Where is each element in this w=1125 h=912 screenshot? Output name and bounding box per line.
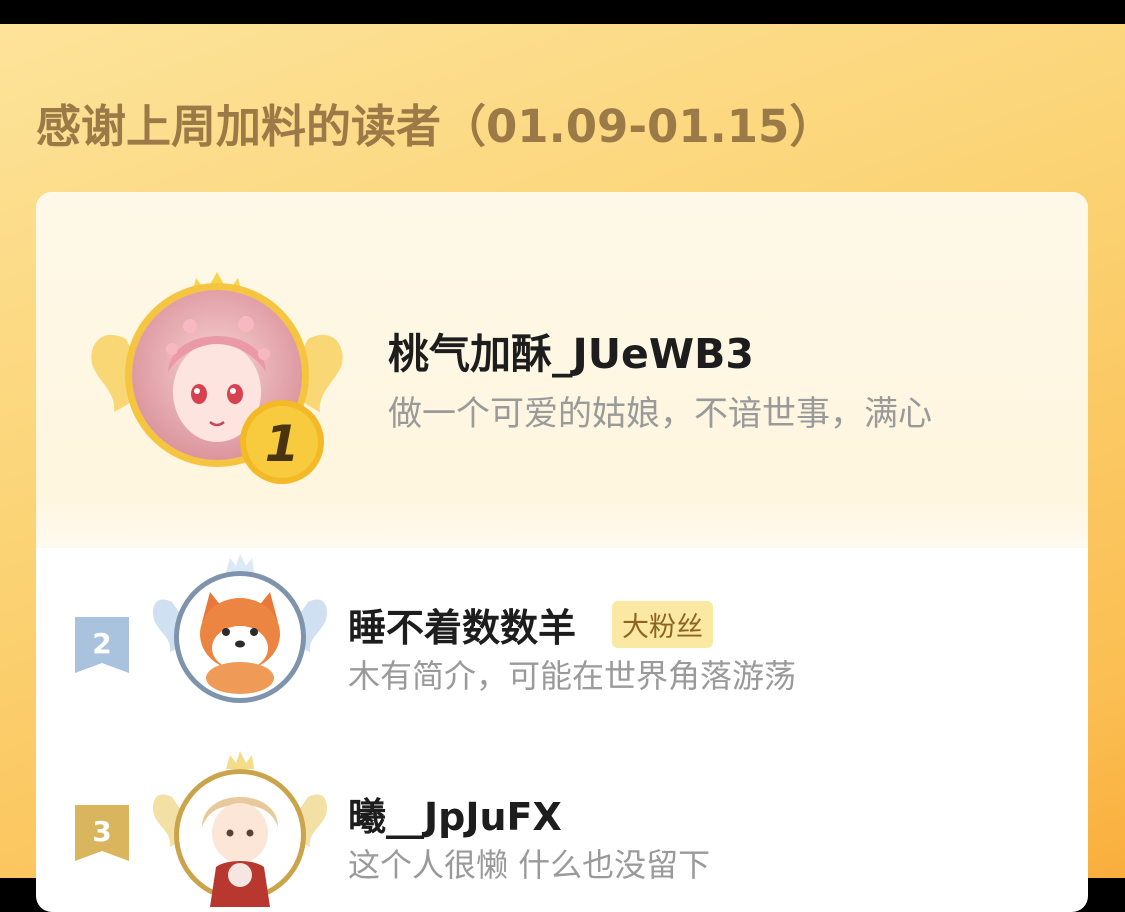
page-title: 感谢上周加料的读者（01.09-01.15）: [36, 100, 835, 153]
rank-2-number: 2: [92, 627, 111, 660]
rank-2-name[interactable]: 睡不着数数羊: [348, 597, 576, 652]
rank-3-ribbon: 3: [75, 805, 129, 861]
rank-2-ribbon: 2: [75, 617, 129, 673]
rank-2-avatar[interactable]: [150, 552, 330, 712]
rank-1-bio: 做一个可爱的姑娘，不谙世事，满心: [388, 394, 932, 434]
rank-1-name[interactable]: 桃气加酥_JUeWB3: [388, 320, 754, 380]
rank-3-number: 3: [92, 815, 111, 848]
rank-3-avatar[interactable]: [150, 747, 330, 907]
ranking-card: 1 桃气加酥_JUeWB3 做一个可爱的姑娘，不谙世事，满心 2 睡不着数数羊 …: [36, 192, 1088, 912]
silver-crown-icon: [226, 554, 254, 572]
rank-1-number: 1: [265, 415, 300, 473]
rank-2-bio: 木有简介，可能在世界角落游荡: [348, 657, 797, 695]
rank-3-name[interactable]: 曦__JpJuFX: [348, 786, 562, 841]
fan-badge: 大粉丝: [612, 601, 713, 648]
rank-1-avatar[interactable]: 1: [86, 244, 346, 489]
thanks-panel: 感谢上周加料的读者（01.09-01.15） 1 桃气加酥_JUeWB3 做一个…: [0, 24, 1125, 912]
bronze-crown-icon: [226, 751, 254, 769]
top-black-bar: [0, 0, 1125, 24]
rank-3-bio: 这个人很懒 什么也没留下: [348, 846, 711, 884]
